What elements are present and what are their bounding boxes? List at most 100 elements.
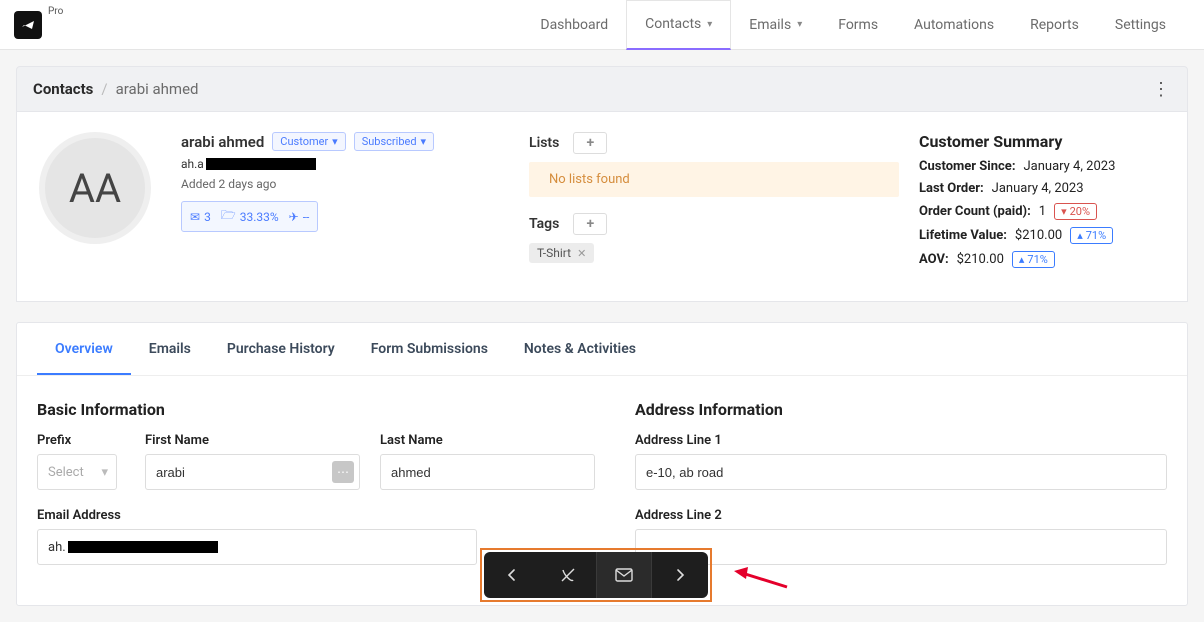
- last-name-label: Last Name: [380, 433, 595, 448]
- contact-email: ah.a: [181, 157, 434, 171]
- tab-emails[interactable]: Emails: [131, 323, 209, 375]
- more-icon[interactable]: ⋯: [332, 461, 354, 483]
- breadcrumb: Contacts / arabi ahmed ⋮: [16, 66, 1188, 112]
- email-redacted: [206, 158, 316, 170]
- remove-tag-icon[interactable]: ✕: [577, 247, 586, 260]
- address-info-section: Address Information Address Line 1 Addre…: [635, 400, 1167, 565]
- stat-open-rate: 🗁33.33%: [221, 206, 279, 227]
- addr1-input[interactable]: [635, 454, 1167, 490]
- addr2-input[interactable]: [635, 529, 1167, 565]
- prefix-label: Prefix: [37, 433, 125, 448]
- folder-icon: 🗁: [221, 206, 236, 227]
- nav-reports[interactable]: Reports: [1012, 0, 1097, 50]
- aov-pct-badge: ▴71%: [1012, 251, 1055, 268]
- contact-card: AA arabi ahmed Customer▾ Subscribed▾ ah.…: [16, 112, 1188, 302]
- breadcrumb-sep: /: [101, 80, 107, 98]
- stat-mail-val: 3: [204, 210, 211, 224]
- lifetime-pct: 71%: [1086, 229, 1106, 242]
- stat-send-val: --: [303, 210, 310, 224]
- aov-label: AOV:: [919, 252, 949, 267]
- email-input[interactable]: ah.: [37, 529, 477, 565]
- aov-val: $210.00: [957, 252, 1004, 267]
- contact-mid: Lists + No lists found Tags + T-Shirt ✕: [529, 132, 899, 275]
- nav-settings[interactable]: Settings: [1097, 0, 1184, 50]
- tab-form-submissions[interactable]: Form Submissions: [353, 323, 506, 375]
- added-line: Added 2 days ago: [181, 177, 434, 191]
- nav-emails-label: Emails: [749, 17, 791, 33]
- contact-left: AA arabi ahmed Customer▾ Subscribed ▾ ah.…: [39, 132, 509, 275]
- lists-label: Lists: [529, 135, 559, 151]
- nav-dashboard[interactable]: Dashboard: [522, 0, 626, 50]
- lifetime-val: $210.00: [1015, 228, 1062, 243]
- since-val: January 4, 2023: [1024, 159, 1116, 174]
- last-name-input[interactable]: [380, 454, 595, 490]
- last-order-label: Last Order:: [919, 181, 984, 196]
- email-val-prefix: ah.: [48, 540, 66, 555]
- contact-stats: ✉3 🗁33.33% ✈ --: [181, 201, 318, 232]
- basic-info-section: Basic Information Prefix Select ▾ First …: [37, 400, 595, 565]
- breadcrumb-root[interactable]: Contacts: [33, 80, 93, 98]
- floating-actions-highlight: [480, 548, 712, 602]
- customer-badge[interactable]: Customer▾: [272, 132, 345, 151]
- contact-name: arabi ahmed: [181, 133, 264, 151]
- subscribed-badge[interactable]: Subscribed ▾: [354, 132, 434, 151]
- tag-label: T-Shirt: [537, 246, 571, 260]
- nav-forms-label: Forms: [838, 17, 878, 33]
- prev-button[interactable]: [484, 552, 540, 598]
- last-order-val: January 4, 2023: [992, 181, 1084, 196]
- avatar: AA: [39, 132, 151, 244]
- first-name-label: First Name: [145, 433, 360, 448]
- nav-forms[interactable]: Forms: [820, 0, 896, 50]
- nav-automations-label: Automations: [914, 17, 994, 33]
- chevron-down-icon: ▾: [797, 19, 802, 30]
- orders-pct-badge: ▾20%: [1054, 203, 1097, 220]
- avatar-initials: AA: [69, 165, 121, 212]
- next-button[interactable]: [652, 552, 708, 598]
- up-icon: ▴: [1077, 229, 1083, 242]
- aov-pct: 71%: [1027, 253, 1047, 266]
- tab-purchase-history[interactable]: Purchase History: [209, 323, 353, 375]
- orders-label: Order Count (paid):: [919, 204, 1031, 219]
- addr2-label: Address Line 2: [635, 508, 1167, 523]
- summary-title: Customer Summary: [919, 132, 1165, 151]
- nav-dashboard-label: Dashboard: [540, 17, 608, 33]
- email-label: Email Address: [37, 508, 477, 523]
- lifetime-pct-badge: ▴71%: [1070, 227, 1113, 244]
- add-list-button[interactable]: +: [573, 132, 607, 154]
- subscribed-badge-label: Subscribed: [362, 135, 417, 148]
- top-nav: Pro Dashboard Contacts▾ Emails▾ Forms Au…: [0, 0, 1204, 50]
- add-tag-button[interactable]: +: [573, 213, 607, 235]
- tag-chip[interactable]: T-Shirt ✕: [529, 243, 594, 263]
- address-info-title: Address Information: [635, 400, 1167, 419]
- tab-overview[interactable]: Overview: [37, 323, 131, 375]
- prefix-select[interactable]: Select ▾: [37, 454, 117, 490]
- more-actions-button[interactable]: ⋮: [1151, 79, 1171, 99]
- annotation-arrow: [732, 565, 792, 595]
- down-icon: ▾: [1061, 205, 1067, 218]
- prefix-placeholder: Select: [48, 465, 84, 480]
- nav-automations[interactable]: Automations: [896, 0, 1012, 50]
- tab-notes-activities[interactable]: Notes & Activities: [506, 323, 654, 375]
- nav-emails[interactable]: Emails ▾: [731, 0, 820, 50]
- stat-mail: ✉3: [190, 206, 211, 227]
- page-container: Contacts / arabi ahmed ⋮ AA arabi ahmed …: [0, 50, 1204, 622]
- caret-down-icon: ▾: [421, 135, 427, 148]
- stat-send: ✈ --: [289, 206, 310, 227]
- send-icon: ✈: [289, 210, 299, 224]
- first-name-input[interactable]: [145, 454, 360, 490]
- orders-pct: 20%: [1070, 205, 1090, 218]
- since-label: Customer Since:: [919, 159, 1016, 174]
- customer-summary: Customer Summary Customer Since: January…: [919, 132, 1165, 275]
- nav-settings-label: Settings: [1115, 17, 1166, 33]
- phone-off-button[interactable]: [540, 552, 596, 598]
- nav-reports-label: Reports: [1030, 17, 1079, 33]
- breadcrumb-name: arabi ahmed: [116, 80, 199, 98]
- email-val-redacted: [68, 541, 218, 553]
- nav-contacts-label: Contacts: [645, 16, 701, 32]
- basic-info-title: Basic Information: [37, 400, 595, 419]
- customer-badge-label: Customer: [280, 135, 328, 148]
- nav-contacts[interactable]: Contacts▾: [626, 0, 731, 50]
- mail-button[interactable]: [596, 552, 652, 598]
- app-logo[interactable]: [14, 11, 42, 39]
- tabs-row: Overview Emails Purchase History Form Su…: [17, 323, 1187, 376]
